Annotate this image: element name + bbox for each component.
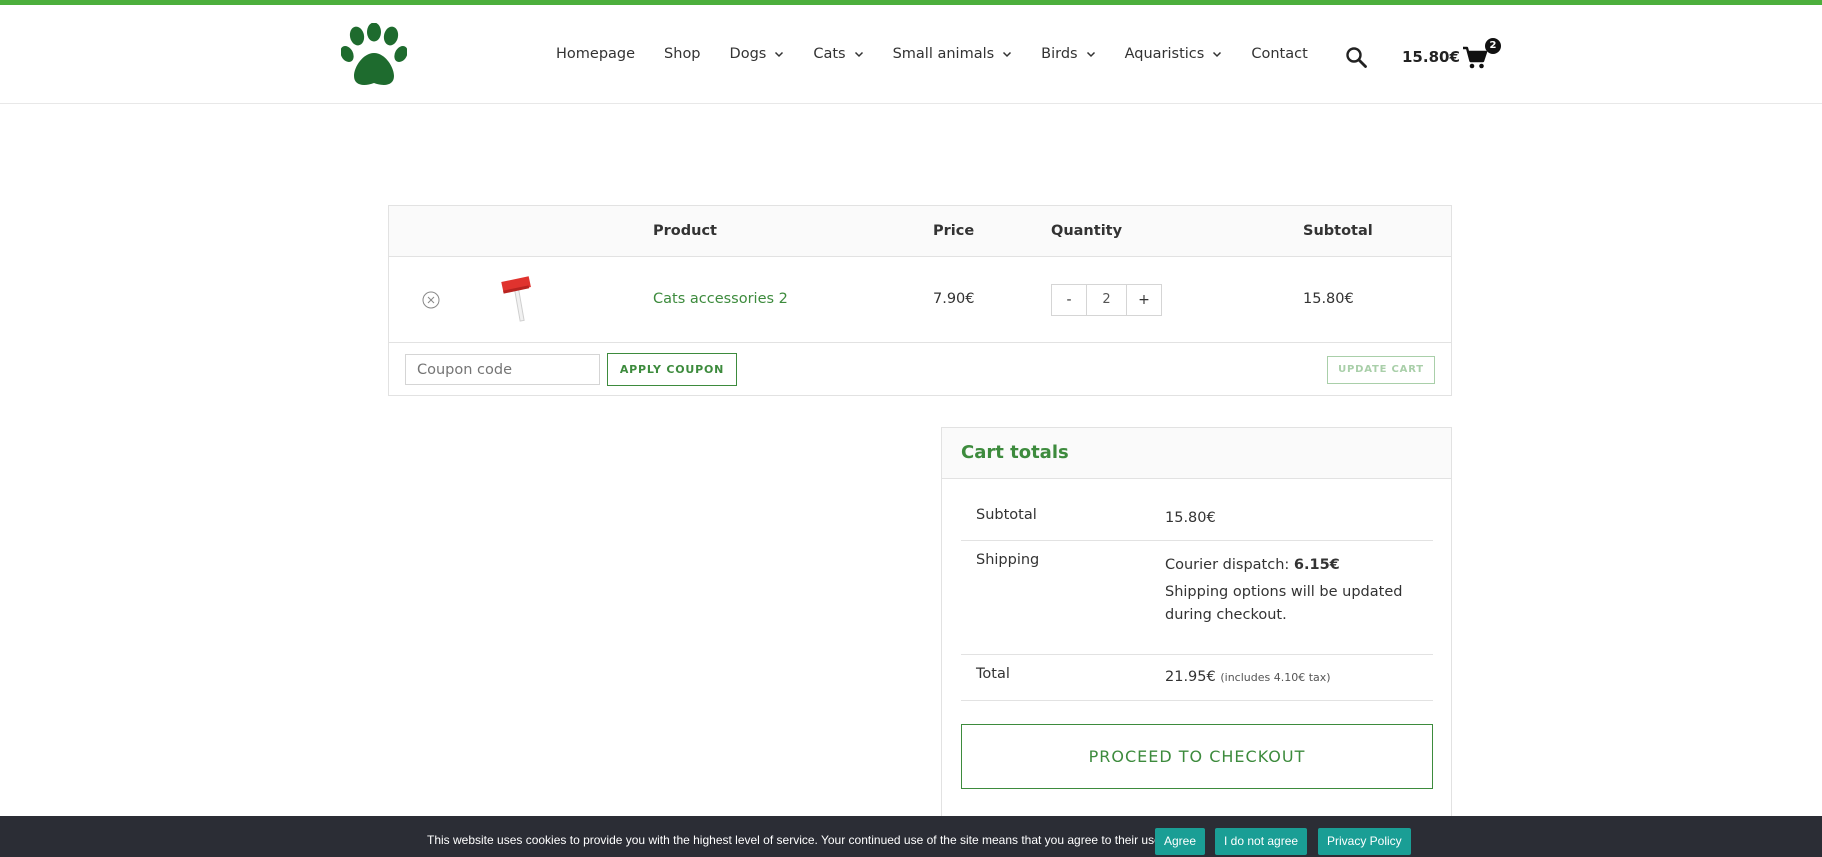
nav-item-shop[interactable]: Shop [664, 46, 700, 62]
shipping-method: Courier dispatch: [1165, 557, 1294, 573]
nav-item-small-animals[interactable]: Small animals [893, 46, 1013, 62]
quantity-input[interactable]: 2 [1087, 284, 1126, 316]
nav-item-contact[interactable]: Contact [1251, 46, 1307, 62]
column-header-quantity: Quantity [1051, 223, 1123, 239]
nav-item-label: Aquaristics [1124, 46, 1205, 62]
nav-item-dogs[interactable]: Dogs [730, 46, 785, 62]
cart-totals-title: Cart totals [961, 442, 1069, 463]
nav-item-label: Cats [813, 46, 846, 62]
chevron-down-icon [775, 51, 784, 58]
nav-item-homepage[interactable]: Homepage [556, 46, 635, 62]
cookie-disagree-button[interactable]: I do not agree [1215, 828, 1308, 855]
cart-actions: APPLY COUPON UPDATE CART [389, 343, 1451, 396]
product-name-link[interactable]: Cats accessories 2 [653, 291, 788, 307]
site-header: Homepage Shop Dogs Cats Small animals Birds Aq… [0, 5, 1822, 104]
paw-icon[interactable] [341, 23, 407, 89]
totals-total-value: 21.95€ [1165, 669, 1216, 685]
cookie-agree-button[interactable]: Agree [1155, 828, 1206, 855]
coupon-code-input[interactable] [405, 354, 600, 385]
nav-item-birds[interactable]: Birds [1041, 46, 1095, 62]
cart-totals: Cart totals Subtotal 15.80€ Shipping Cou… [941, 427, 1452, 857]
cart-item-row: Cats accessories 2 7.90€ - 2 + 15.80€ [389, 257, 1451, 343]
nav-item-aquaristics[interactable]: Aquaristics [1125, 46, 1223, 62]
totals-total-value-wrap: 21.95€ (includes 4.10€ tax) [1165, 666, 1425, 689]
totals-shipping-row: Shipping Courier dispatch: 6.15€ Shippin… [961, 541, 1433, 655]
chevron-down-icon [1213, 51, 1222, 58]
totals-subtotal-value: 15.80€ [1165, 510, 1216, 526]
nav-item-label: Homepage [556, 46, 636, 62]
quantity-decrease-button[interactable]: - [1051, 284, 1087, 316]
quantity-increase-button[interactable]: + [1126, 284, 1162, 316]
chevron-down-icon [1086, 51, 1095, 58]
remove-item-icon[interactable] [422, 291, 440, 309]
cookie-consent-bar: This website uses cookies to provide you… [0, 816, 1822, 857]
product-subtotal: 15.80€ [1303, 291, 1354, 307]
column-header-product: Product [653, 223, 717, 239]
apply-coupon-button[interactable]: APPLY COUPON [607, 353, 737, 386]
privacy-policy-button[interactable]: Privacy Policy [1318, 828, 1411, 855]
column-header-subtotal: Subtotal [1303, 223, 1373, 239]
shipping-details: Courier dispatch: 6.15€ Shipping options… [1165, 554, 1425, 627]
shipping-price: 6.15€ [1293, 557, 1340, 573]
search-icon[interactable] [1344, 45, 1368, 69]
totals-subtotal-row: Subtotal 15.80€ [961, 496, 1433, 541]
totals-total-label: Total [976, 666, 1010, 682]
product-thumbnail[interactable] [498, 273, 542, 323]
quantity-stepper: - 2 + [1051, 284, 1162, 316]
nav-item-label: Dogs [729, 46, 767, 62]
totals-total-row: Total 21.95€ (includes 4.10€ tax) [961, 655, 1433, 701]
shipping-note: Shipping options will be updated during … [1165, 584, 1403, 623]
totals-tax-note: (includes 4.10€ tax) [1220, 671, 1331, 684]
nav-item-label: Small animals [892, 46, 995, 62]
product-price: 7.90€ [933, 291, 975, 307]
nav-item-label: Shop [664, 46, 701, 62]
cart-count-badge: 2 [1485, 38, 1501, 54]
nav-item-label: Birds [1041, 46, 1078, 62]
column-header-price: Price [933, 223, 975, 239]
shopping-cart-icon[interactable] [1462, 45, 1488, 71]
nav-item-label: Contact [1251, 46, 1308, 62]
totals-subtotal-label: Subtotal [976, 507, 1037, 523]
main-nav: Homepage Shop Dogs Cats Small animals Birds Aq… [556, 46, 1337, 62]
update-cart-button[interactable]: UPDATE CART [1327, 356, 1435, 384]
nav-item-cats[interactable]: Cats [813, 46, 863, 62]
cookie-message: This website uses cookies to provide you… [427, 833, 1165, 847]
cart-table: Product Price Quantity Subtotal Cats acc… [388, 205, 1452, 396]
proceed-to-checkout-button[interactable]: PROCEED TO CHECKOUT [961, 724, 1433, 789]
cart-table-header: Product Price Quantity Subtotal [389, 206, 1451, 257]
cart-totals-header: Cart totals [942, 428, 1451, 479]
totals-shipping-label: Shipping [976, 552, 1040, 568]
header-cart-total[interactable]: 15.80€ [1402, 48, 1460, 66]
chevron-down-icon [854, 51, 863, 58]
chevron-down-icon [1003, 51, 1012, 58]
